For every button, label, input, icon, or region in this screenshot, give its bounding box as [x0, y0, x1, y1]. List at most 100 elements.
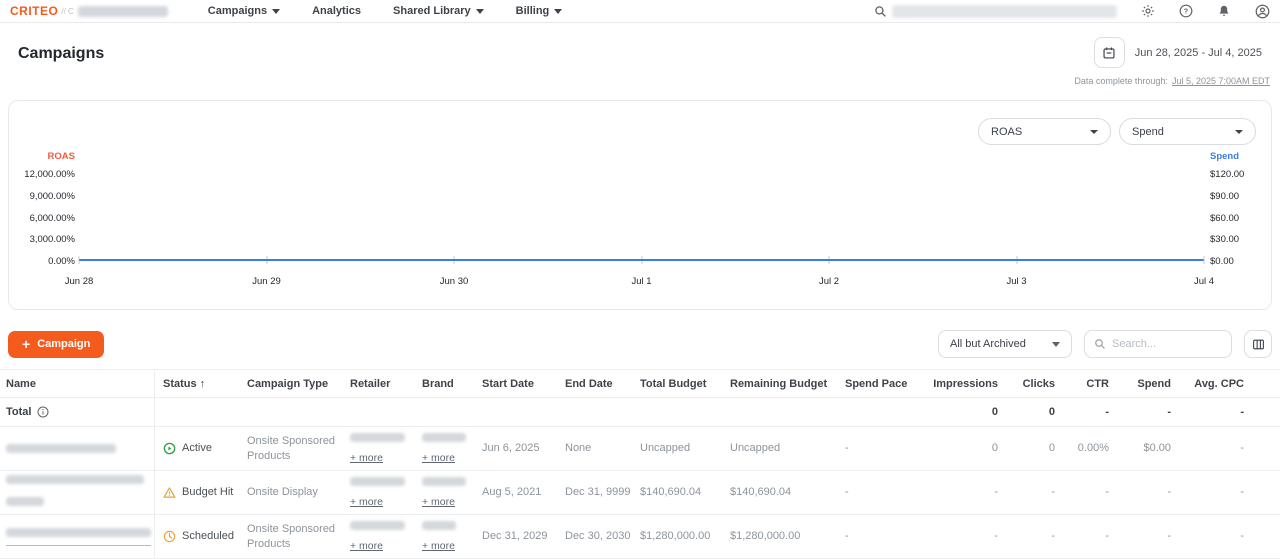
right-axis-tick: $60.00	[1210, 213, 1239, 224]
campaign-name-redacted	[6, 528, 151, 537]
col-header-impressions[interactable]: Impressions	[909, 378, 1000, 390]
active-play-circle-icon	[163, 442, 176, 455]
retailer-more-link[interactable]: + more	[350, 495, 383, 510]
chevron-down-icon	[554, 9, 562, 14]
col-header-retailer[interactable]: Retailer	[342, 378, 414, 390]
col-header-name[interactable]: Name	[0, 370, 155, 397]
sort-ascending-icon: ↑	[200, 378, 206, 390]
end-date-cell: Dec 30, 2030	[557, 529, 632, 544]
nav-items: Campaigns Analytics Shared Library Billi…	[208, 5, 562, 17]
gear-icon[interactable]	[1141, 4, 1155, 18]
campaign-name-cell[interactable]	[0, 471, 155, 514]
chevron-down-icon	[1235, 130, 1243, 134]
x-axis-label: Jun 29	[252, 276, 281, 287]
spend-cell: -	[1111, 529, 1173, 544]
col-header-ctr[interactable]: CTR	[1057, 378, 1111, 390]
col-header-clicks[interactable]: Clicks	[1000, 378, 1057, 390]
create-campaign-button[interactable]: + Campaign	[8, 331, 104, 358]
table-search	[1084, 330, 1232, 358]
data-complete-label: Data complete through:	[1074, 76, 1168, 86]
top-nav: CRITEO // C Campaigns Analytics Shared L…	[0, 0, 1280, 23]
clicks-cell: -	[1000, 485, 1057, 500]
status-label: Scheduled	[182, 529, 234, 544]
right-axis-tick: $120.00	[1210, 169, 1244, 180]
user-account-icon[interactable]	[1255, 4, 1270, 19]
col-header-label: Status	[163, 378, 197, 390]
status-label: Budget Hit	[182, 485, 233, 500]
start-date-cell: Jun 6, 2025	[474, 441, 557, 456]
avg-cpc-cell: -	[1173, 485, 1246, 500]
data-complete-link[interactable]: Jul 5, 2025 7:00AM EDT	[1172, 76, 1270, 86]
account-search-redacted	[892, 5, 1117, 18]
brand-more-link[interactable]: + more	[422, 495, 455, 510]
right-metric-select[interactable]: Spend	[1119, 118, 1256, 145]
spend-cell: $0.00	[1111, 441, 1173, 456]
date-range[interactable]: Jun 28, 2025 - Jul 4, 2025	[1135, 47, 1262, 59]
left-axis-tick: 9,000.00%	[30, 191, 75, 202]
x-axis-labels: Jun 28Jun 29Jun 30Jul 1Jul 2Jul 3Jul 4	[79, 276, 1204, 288]
chart-series-line	[79, 259, 1204, 261]
left-axis-tick: 12,000.00%	[24, 169, 75, 180]
nav-item-billing[interactable]: Billing	[516, 5, 563, 17]
total-label: Total	[6, 406, 31, 418]
campaign-type-cell: Onsite Sponsored Products	[239, 522, 342, 552]
campaign-name-redacted	[6, 444, 116, 453]
brand-cell: + more	[414, 432, 474, 466]
retailer-cell: + more	[342, 520, 414, 554]
brand-redacted	[422, 521, 456, 530]
x-axis-label: Jul 4	[1194, 276, 1214, 287]
brand-cell: + more	[414, 476, 474, 510]
account-name-redacted	[78, 6, 168, 17]
left-metric-select[interactable]: ROAS	[978, 118, 1111, 145]
col-header-status[interactable]: Status↑	[155, 378, 239, 390]
info-icon[interactable]	[37, 406, 49, 418]
x-axis-label: Jul 2	[819, 276, 839, 287]
nav-item-label: Campaigns	[208, 5, 267, 17]
account-switcher[interactable]	[874, 5, 1117, 18]
nav-item-campaigns[interactable]: Campaigns	[208, 5, 280, 17]
help-icon[interactable]: ?	[1179, 4, 1193, 18]
table-row: Budget Hit Onsite Display + more + more …	[0, 471, 1280, 515]
end-date-cell: Dec 31, 9999	[557, 485, 632, 500]
start-date-cell: Aug 5, 2021	[474, 485, 557, 500]
col-header-remaining-budget[interactable]: Remaining Budget	[722, 378, 837, 390]
total-impressions: 0	[909, 406, 1000, 418]
spend-pace-cell: -	[837, 485, 909, 500]
brand-cell: + more	[414, 520, 474, 554]
nav-item-shared-library[interactable]: Shared Library	[393, 5, 484, 17]
campaign-name-cell[interactable]	[0, 427, 155, 470]
status-filter-select[interactable]: All but Archived	[938, 330, 1072, 358]
svg-text:?: ?	[1184, 7, 1189, 16]
chevron-down-icon	[1052, 342, 1060, 347]
remaining-budget-cell: Uncapped	[722, 441, 837, 456]
total-budget-cell: $140,690.04	[632, 485, 722, 500]
right-axis-title: Spend	[1210, 151, 1239, 162]
calendar-icon	[1102, 46, 1116, 60]
col-header-end-date[interactable]: End Date	[557, 378, 632, 390]
col-header-spend[interactable]: Spend	[1111, 378, 1173, 390]
retailer-more-link[interactable]: + more	[350, 451, 383, 466]
brand-more-link[interactable]: + more	[422, 451, 455, 466]
nav-item-analytics[interactable]: Analytics	[312, 5, 361, 17]
campaign-type-cell: Onsite Display	[239, 485, 342, 500]
col-header-brand[interactable]: Brand	[414, 378, 474, 390]
search-input[interactable]	[1112, 338, 1222, 350]
col-header-start-date[interactable]: Start Date	[474, 378, 557, 390]
col-header-avg-cpc[interactable]: Avg. CPC	[1173, 378, 1246, 390]
create-campaign-label: Campaign	[37, 338, 90, 350]
col-header-spend-pace[interactable]: Spend Pace	[837, 378, 909, 390]
left-axis-tick: 3,000.00%	[30, 234, 75, 245]
campaigns-table: Name Status↑ Campaign Type Retailer Bran…	[0, 369, 1280, 559]
ctr-cell: 0.00%	[1057, 441, 1111, 456]
date-picker-button[interactable]	[1094, 37, 1125, 68]
column-settings-button[interactable]	[1244, 330, 1272, 358]
clock-icon	[163, 530, 176, 543]
x-axis-label: Jun 28	[65, 276, 94, 287]
campaign-name-cell[interactable]	[0, 515, 155, 558]
campaign-name-redacted	[6, 475, 144, 484]
col-header-campaign-type[interactable]: Campaign Type	[239, 378, 342, 390]
x-axis-label: Jun 30	[440, 276, 469, 287]
ctr-cell: -	[1057, 529, 1111, 544]
notifications-bell-icon[interactable]	[1217, 4, 1231, 18]
col-header-total-budget[interactable]: Total Budget	[632, 378, 722, 390]
